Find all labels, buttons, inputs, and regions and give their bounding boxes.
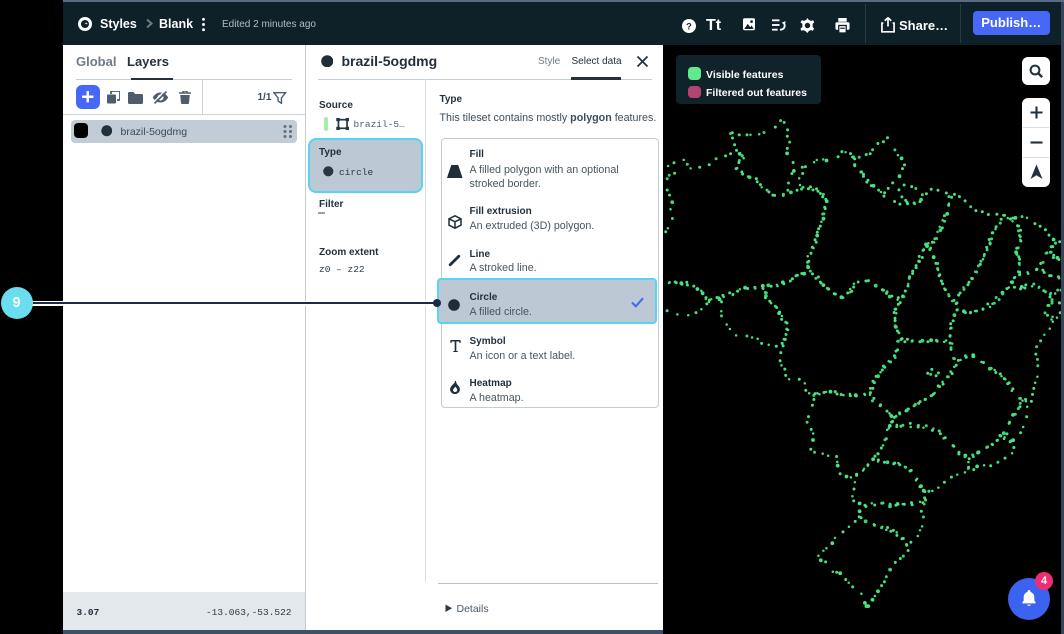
- svg-text:?: ?: [686, 21, 692, 31]
